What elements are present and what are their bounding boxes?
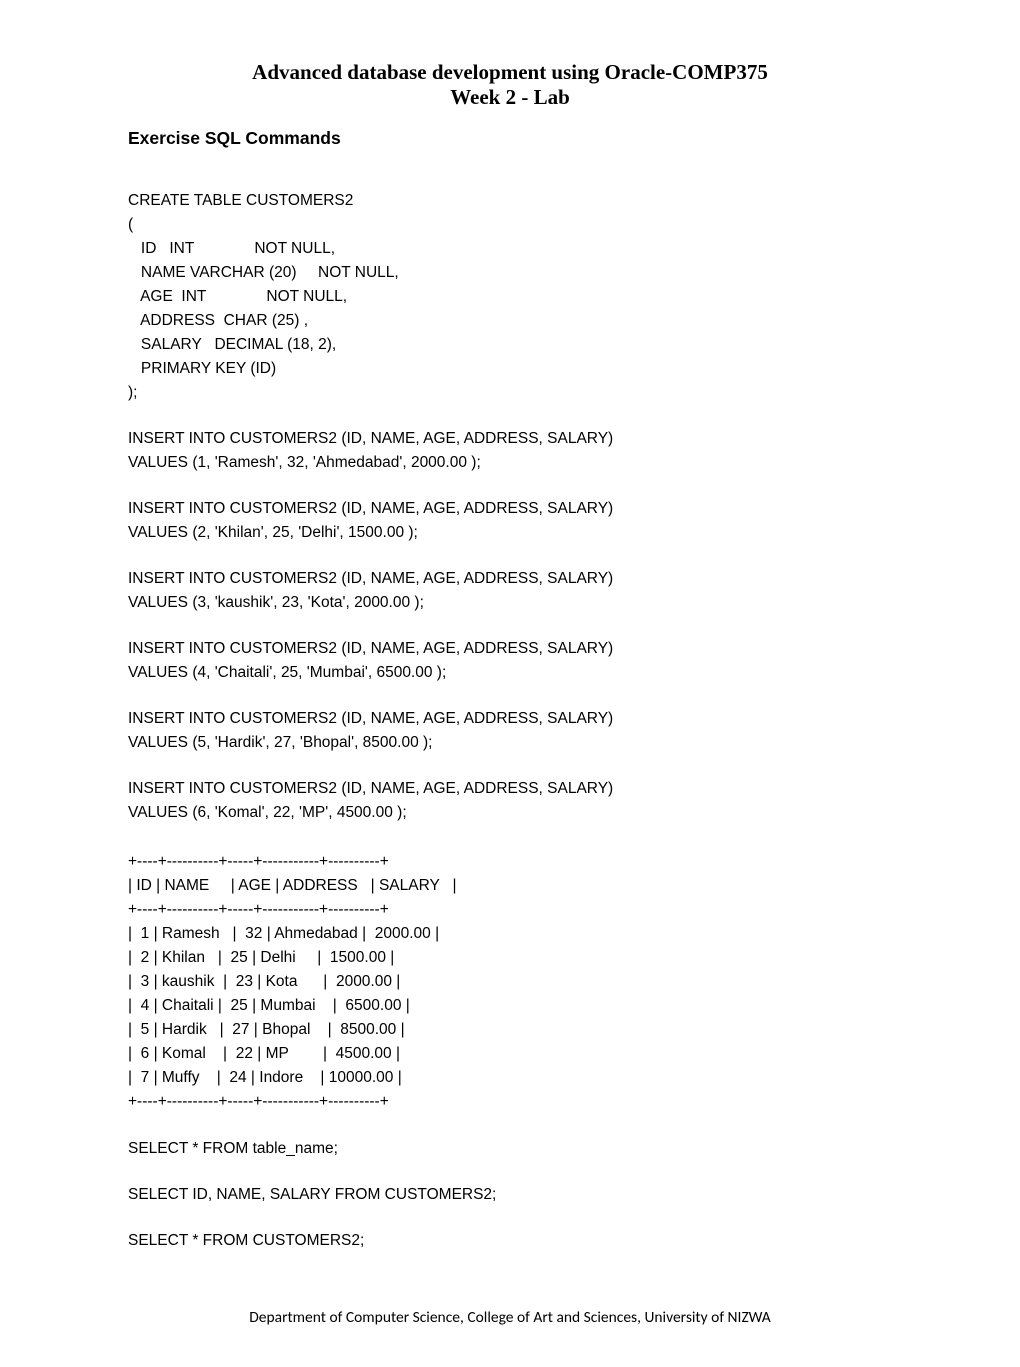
ascii-table-output: +----+----------+-----+-----------+-----… — [128, 850, 892, 1114]
sql-select-2: SELECT ID, NAME, SALARY FROM CUSTOMERS2; — [128, 1183, 892, 1207]
page-footer: Department of Computer Science, College … — [128, 1308, 892, 1327]
sql-insert-3: INSERT INTO CUSTOMERS2 (ID, NAME, AGE, A… — [128, 567, 892, 615]
sql-insert-4: INSERT INTO CUSTOMERS2 (ID, NAME, AGE, A… — [128, 637, 892, 685]
page-title: Advanced database development using Orac… — [128, 60, 892, 85]
sql-create-table: CREATE TABLE CUSTOMERS2 ( ID INT NOT NUL… — [128, 189, 892, 405]
sql-select-3: SELECT * FROM CUSTOMERS2; — [128, 1229, 892, 1253]
sql-insert-5: INSERT INTO CUSTOMERS2 (ID, NAME, AGE, A… — [128, 707, 892, 755]
sql-select-1: SELECT * FROM table_name; — [128, 1137, 892, 1161]
section-title: Exercise SQL Commands — [128, 128, 892, 149]
page-subtitle: Week 2 - Lab — [128, 85, 892, 110]
sql-insert-1: INSERT INTO CUSTOMERS2 (ID, NAME, AGE, A… — [128, 427, 892, 475]
sql-insert-6: INSERT INTO CUSTOMERS2 (ID, NAME, AGE, A… — [128, 777, 892, 825]
sql-insert-2: INSERT INTO CUSTOMERS2 (ID, NAME, AGE, A… — [128, 497, 892, 545]
document-page: Advanced database development using Orac… — [0, 0, 1020, 1367]
